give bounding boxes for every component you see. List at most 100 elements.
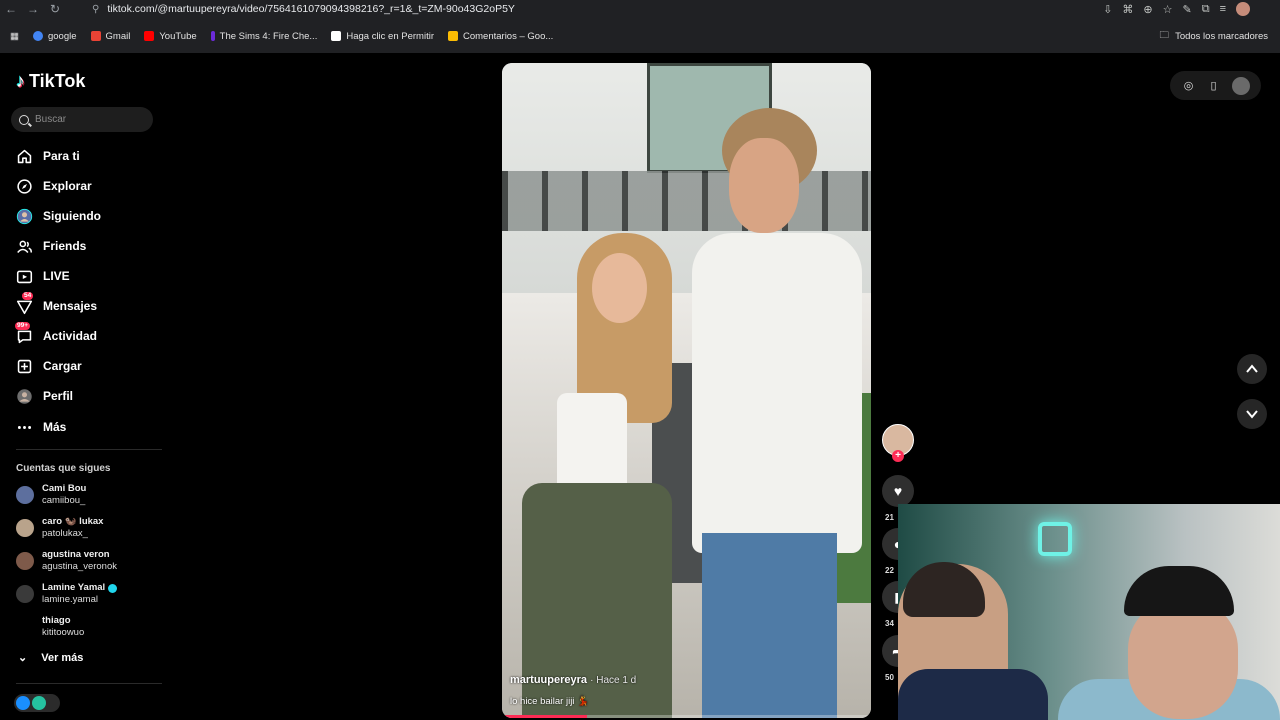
video-author[interactable]: martuupereyra · Hace 1 d	[510, 674, 636, 686]
reading-list-icon[interactable]: ≡	[1220, 3, 1226, 15]
chrome-gap	[0, 18, 1280, 26]
nav-label: Actividad	[43, 329, 98, 343]
search-box[interactable]	[11, 107, 153, 132]
chevron-down-icon	[1246, 410, 1258, 419]
account-username: camiibou_	[42, 495, 86, 506]
install-icon[interactable]: ⇩	[1103, 3, 1112, 16]
sims-icon	[210, 31, 215, 41]
bookmark-label: Comentarios – Goo...	[462, 30, 554, 42]
avatar	[16, 585, 34, 603]
following-account-item[interactable]: Cami Bou camiibou_	[16, 481, 161, 509]
activity-icon: 99+	[15, 322, 33, 345]
apps-grid-icon[interactable]: ▦	[10, 31, 19, 42]
nav-mensajes[interactable]: 54 Mensajes	[15, 292, 155, 318]
back-icon[interactable]: ←	[0, 0, 22, 18]
bookmark-sims[interactable]: The Sims 4: Fire Che...	[210, 30, 318, 42]
bookmark-google[interactable]: google	[32, 31, 77, 42]
bookmark-permitir[interactable]: Haga clic en Permitir	[331, 31, 434, 42]
following-account-item[interactable]: caro 🦦 lukax patolukax_	[16, 514, 161, 542]
account-name: Cami Bou	[42, 483, 87, 494]
see-more-button[interactable]: ⌄ Ver más	[18, 651, 83, 665]
follow-plus-icon[interactable]: +	[892, 450, 904, 462]
heart-icon: ♥	[893, 483, 903, 499]
nav-para-ti[interactable]: Para ti	[15, 144, 155, 168]
bookmark-star-icon[interactable]: ☆	[1163, 3, 1173, 16]
more-icon	[15, 418, 33, 436]
video-progress-bar[interactable]	[502, 715, 871, 718]
avatar	[16, 519, 34, 537]
brand-name: TikTok	[29, 71, 86, 91]
folder-icon: 🗀	[1159, 30, 1170, 41]
forward-icon[interactable]: →	[22, 0, 44, 18]
nav-label: Friends	[43, 239, 87, 253]
get-app-pill[interactable]	[14, 694, 60, 712]
site-info-icon[interactable]: ⚲	[92, 4, 99, 15]
share-count: 50	[885, 673, 894, 682]
account-username: lamine.yamal	[42, 594, 98, 605]
author-name[interactable]: martuupereyra	[510, 674, 587, 686]
nav-label: Perfil	[43, 389, 74, 403]
device-icon[interactable]: ▯	[1207, 79, 1221, 93]
divider	[16, 683, 162, 684]
previous-video-button[interactable]	[1237, 354, 1267, 384]
nav-mas[interactable]: Más	[15, 415, 155, 439]
nav-label: Cargar	[43, 359, 82, 373]
bookmark-comentarios[interactable]: Comentarios – Goo...	[447, 30, 554, 42]
video-caption: lo hice bailar jiji 💃	[510, 696, 589, 707]
all-bookmarks[interactable]: 🗀 Todos los marcadores	[1160, 26, 1268, 46]
nav-label: Para ti	[43, 149, 80, 163]
user-avatar[interactable]	[1231, 76, 1250, 95]
nav-perfil[interactable]: Perfil	[15, 384, 155, 408]
video-frame	[502, 171, 871, 231]
account-username: kititoowuo	[42, 627, 85, 638]
nav-actividad[interactable]: 99+ Actividad	[15, 322, 155, 348]
account-name: agustina veron	[42, 549, 110, 560]
next-video-button[interactable]	[1237, 399, 1267, 429]
activity-badge: 99+	[15, 322, 31, 330]
coin-icon[interactable]: ◎	[1182, 79, 1196, 93]
video-frame	[692, 233, 862, 553]
zoom-icon[interactable]: ⊕	[1143, 3, 1152, 16]
extension-icon[interactable]: ⧉	[1202, 3, 1210, 16]
url-field[interactable]: ⚲ tiktok.com/@martuupereyra/video/756416…	[92, 0, 992, 18]
like-count: 21	[885, 513, 894, 522]
upload-icon	[15, 357, 33, 375]
nav-explorar[interactable]: Explorar	[15, 174, 155, 198]
bookmark-label: YouTube	[159, 30, 197, 42]
save-count: 34	[885, 619, 894, 628]
account-username: patolukax_	[42, 528, 88, 539]
chrome-divider	[0, 46, 1280, 53]
nav-live[interactable]: LIVE	[15, 264, 155, 288]
account-username: agustina_veronok	[42, 561, 117, 572]
bookmark-youtube[interactable]: YouTube	[144, 30, 197, 42]
like-button[interactable]: ♥	[882, 475, 914, 507]
verified-icon	[108, 583, 118, 593]
webcam-overlay	[898, 504, 1280, 720]
ads-icon	[447, 31, 458, 41]
reload-icon[interactable]: ↻	[44, 0, 66, 18]
bookmark-gmail[interactable]: Gmail	[90, 31, 130, 42]
following-account-item[interactable]: thiago kititoowuo	[16, 613, 161, 641]
extension-pen-icon[interactable]: ✎	[1183, 3, 1192, 16]
bookmarks-bar: ▦ google Gmail YouTube The Sims 4: Fire …	[0, 26, 1280, 46]
google-icon	[32, 31, 43, 41]
url-text: tiktok.com/@martuupereyra/video/75641610…	[107, 3, 515, 15]
translate-icon[interactable]: ⌘	[1122, 3, 1133, 16]
nav-cargar[interactable]: Cargar	[15, 354, 155, 378]
all-bookmarks-label: Todos los marcadores	[1175, 30, 1268, 42]
compass-icon	[15, 177, 33, 195]
browser-profile-avatar[interactable]	[1236, 2, 1250, 16]
search-input[interactable]	[35, 114, 145, 125]
chevron-down-icon: ⌄	[18, 652, 28, 664]
following-account-item[interactable]: Lamine Yamal lamine.yamal	[16, 580, 161, 608]
tiktok-logo[interactable]: ♪ TikTok	[16, 71, 85, 92]
bookmark-label: Haga clic en Permitir	[346, 30, 434, 42]
following-account-item[interactable]: agustina veron agustina_veronok	[16, 547, 161, 575]
account-name: thiago	[42, 615, 71, 626]
webcam-frame	[1038, 522, 1072, 556]
video-player[interactable]: martuupereyra · Hace 1 d lo hice bailar …	[502, 63, 871, 718]
account-name: Lamine Yamal	[42, 582, 106, 593]
bookmark-label: The Sims 4: Fire Che...	[219, 30, 318, 42]
nav-friends[interactable]: Friends	[15, 234, 155, 258]
nav-siguiendo[interactable]: Siguiendo	[15, 204, 155, 228]
